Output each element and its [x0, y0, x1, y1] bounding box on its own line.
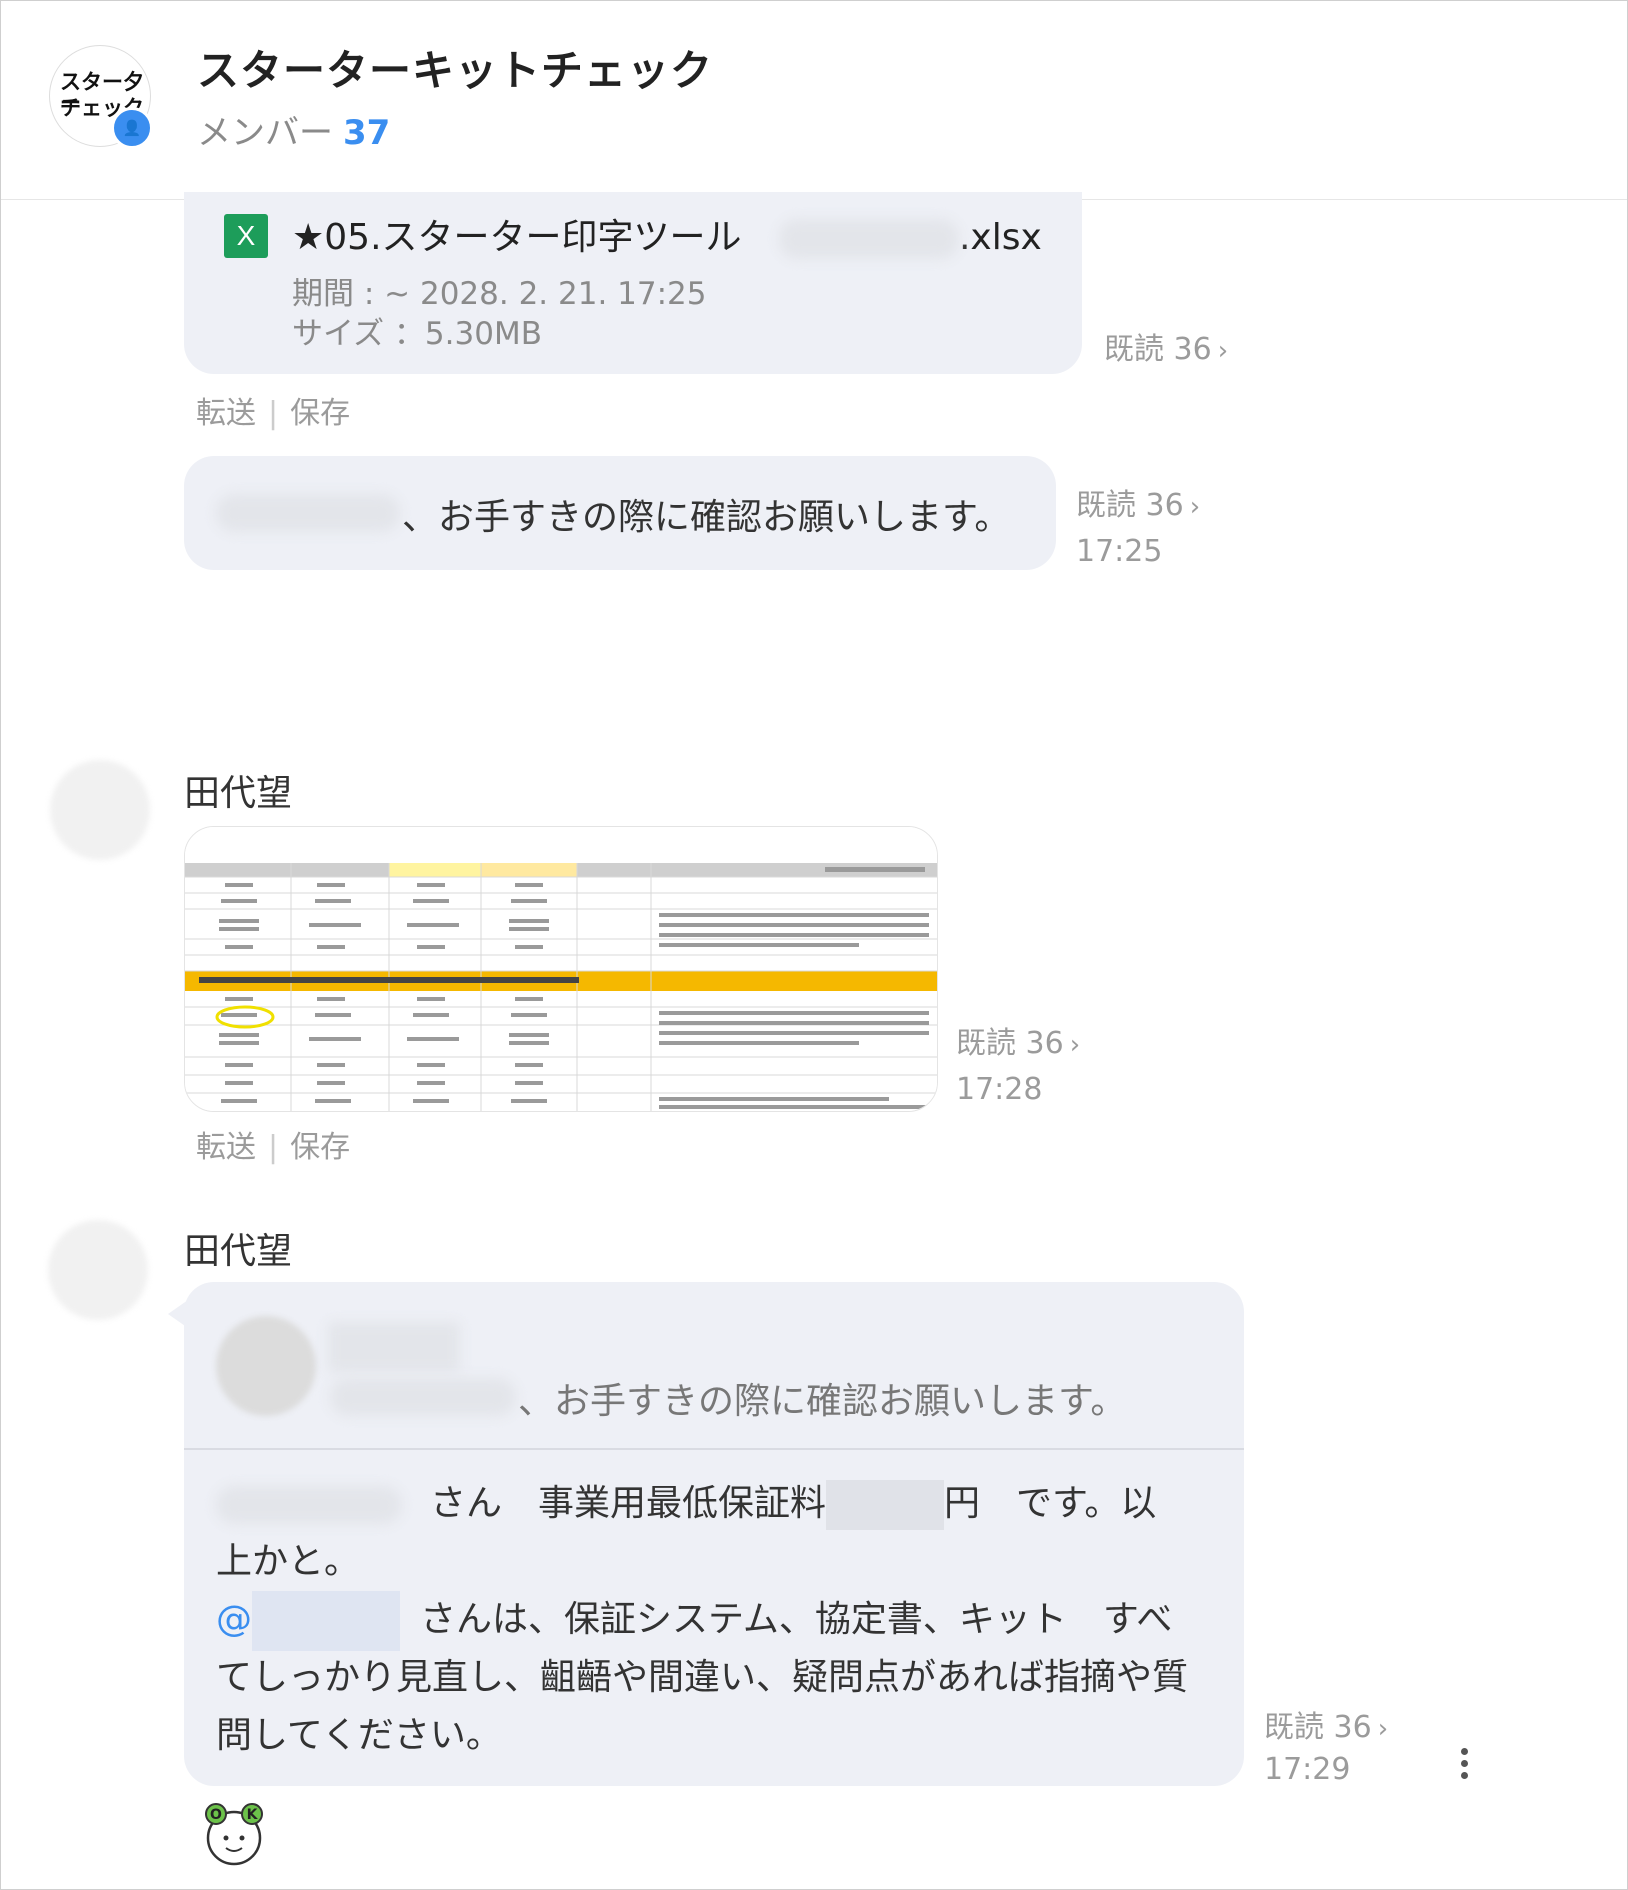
reply-text: さんは、保証システム、協定書、キット すべ	[420, 1599, 1173, 1640]
message-actions: 転送 | 保存	[196, 388, 350, 432]
spreadsheet-image[interactable]	[184, 826, 938, 1112]
read-count: 既読 36	[1076, 488, 1184, 523]
member-label: メンバー	[197, 113, 333, 153]
svg-text:O: O	[210, 1807, 222, 1823]
chat-header: スター夕ー チェック 👤 スターターキットチェック メンバー 37	[1, 1, 1627, 200]
redacted-name	[216, 1486, 402, 1524]
reply-line-5: 問してください。	[216, 1715, 502, 1756]
save-button[interactable]: 保存	[290, 1130, 350, 1165]
file-size: サイズ ：5.30MB	[292, 316, 542, 352]
ok-sticker[interactable]: O K	[198, 1796, 270, 1868]
group-icon: 👤	[111, 107, 153, 149]
group-title: スターターキットチェック	[197, 46, 714, 95]
sender-name: 田代望	[184, 773, 293, 814]
quoted-message-text[interactable]: 、お手すきの際に確認お願いします。	[518, 1372, 1126, 1424]
mention-symbol[interactable]: @	[216, 1599, 252, 1640]
file-name[interactable]: ★05.スターター印字ツール .xlsx	[292, 208, 1042, 260]
read-receipt[interactable]: 既読 36 ›	[1076, 482, 1200, 531]
message-time: 17:29	[1264, 1752, 1351, 1787]
message-actions: 転送 | 保存	[196, 1122, 350, 1166]
file-extension: .xlsx	[958, 217, 1042, 258]
chevron-right-icon: ›	[1217, 336, 1229, 366]
redacted-mention-name[interactable]	[252, 1591, 400, 1651]
redacted-quoted-sender	[328, 1322, 460, 1372]
member-count[interactable]: メンバー 37	[197, 105, 390, 154]
divider: |	[268, 1130, 279, 1165]
sender-name: 田代望	[184, 1231, 293, 1272]
reply-line-3: @ さんは、保証システム、協定書、キット すべ	[216, 1590, 1172, 1651]
file-name-text: ★05.スターター印字ツール	[292, 217, 742, 258]
reply-line-4: てしっかり見直し、齟齬や間違い、疑問点があれば指摘や質	[216, 1657, 1189, 1698]
message-time: 17:25	[1076, 534, 1163, 569]
quoted-sender-avatar	[216, 1316, 316, 1416]
read-count: 既読 36	[1264, 1710, 1372, 1745]
svg-text:K: K	[247, 1807, 259, 1823]
redacted-mention	[216, 494, 400, 532]
reply-text: 円 です。以	[944, 1483, 1157, 1524]
forward-button[interactable]: 転送	[196, 1130, 256, 1165]
redacted-mention	[330, 1378, 516, 1416]
redacted-text	[778, 219, 959, 259]
read-receipt[interactable]: 既読 36 ›	[956, 1020, 1080, 1069]
quote-divider	[184, 1448, 1244, 1450]
sender-avatar[interactable]	[48, 1220, 148, 1320]
reply-text: さん 事業用最低保証料	[430, 1483, 827, 1524]
message-text: 、お手すきの際に確認お願いします。	[402, 497, 1011, 538]
sender-avatar[interactable]	[50, 760, 150, 860]
save-button[interactable]: 保存	[290, 396, 350, 431]
reply-line-1: さん 事業用最低保証料 円 です。以	[216, 1474, 1156, 1530]
chevron-right-icon: ›	[1377, 1714, 1389, 1744]
member-count-value: 37	[343, 113, 391, 153]
redacted-amount	[826, 1480, 945, 1530]
file-period: 期間 : ~ 2028. 2. 21. 17:25	[292, 276, 707, 312]
reply-line-2: 上かと。	[216, 1541, 361, 1582]
chevron-right-icon: ›	[1069, 1030, 1081, 1060]
message-time: 17:28	[956, 1072, 1043, 1107]
read-count: 既読 36	[956, 1026, 1064, 1061]
divider: |	[268, 396, 279, 431]
excel-icon: X	[224, 214, 268, 258]
chevron-right-icon: ›	[1189, 492, 1201, 522]
more-vertical-icon[interactable]	[1454, 1744, 1474, 1788]
spreadsheet-preview	[185, 827, 937, 1111]
forward-button[interactable]: 転送	[196, 396, 256, 431]
read-receipt[interactable]: 既読 36 ›	[1104, 326, 1228, 375]
read-count: 既読 36	[1104, 332, 1212, 367]
